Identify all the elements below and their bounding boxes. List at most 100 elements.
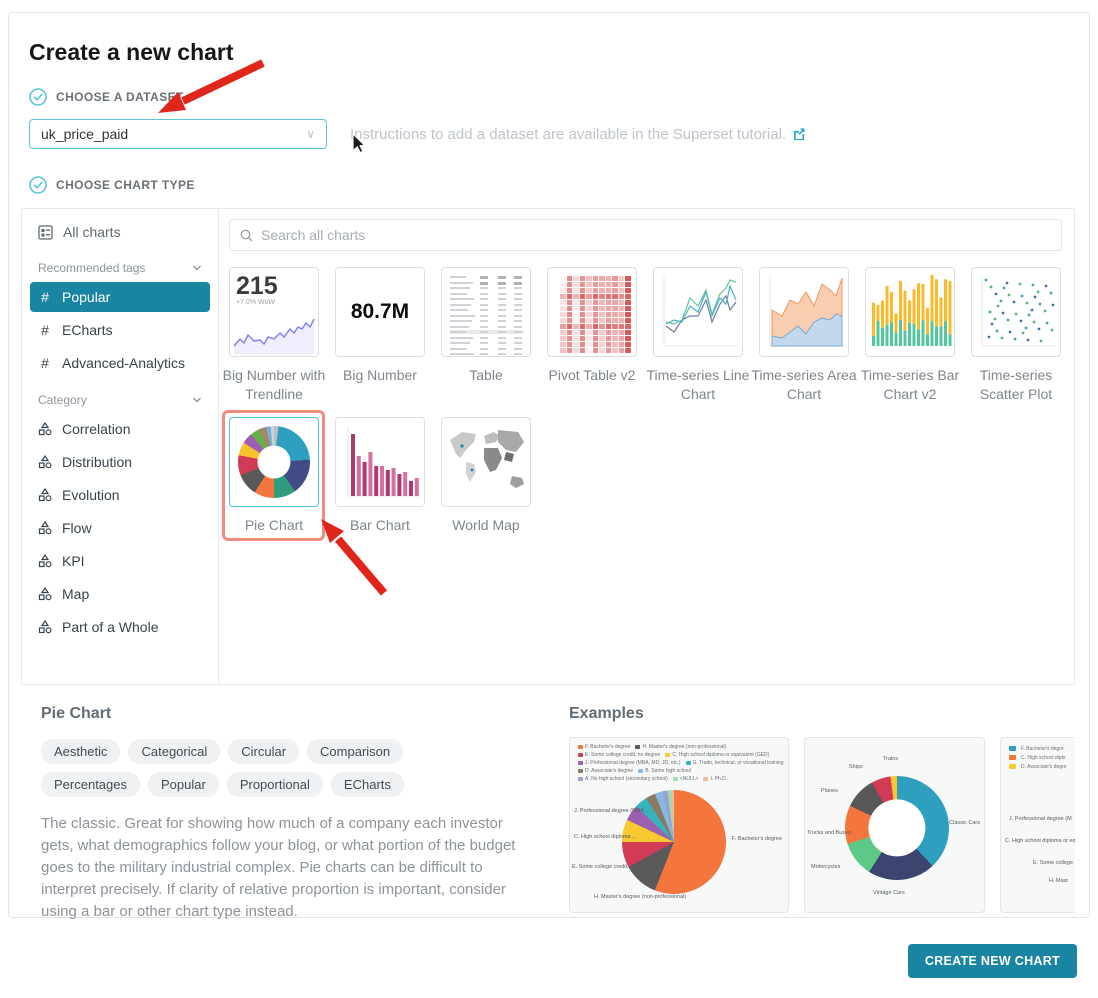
- thumb-ts-scatter-plot: [971, 267, 1061, 357]
- pie-callout: Trains: [883, 756, 898, 762]
- sidebar-section-category[interactable]: Category: [22, 381, 218, 411]
- tile-big-number[interactable]: 80.7M Big Number: [335, 267, 425, 404]
- tile-big-number-trendline[interactable]: 215 +7.0% WoW Big Number with Trendline: [229, 267, 319, 404]
- thumb-table: [441, 267, 531, 357]
- thumb-big-number-trendline: 215 +7.0% WoW: [229, 267, 319, 357]
- tile-bar-chart[interactable]: Bar Chart: [335, 417, 425, 535]
- tag-badge: Aesthetic: [41, 739, 120, 764]
- sidebar-item-evolution[interactable]: Evolution: [30, 480, 210, 510]
- category-icon: [38, 620, 52, 634]
- thumb-world-map: [441, 417, 531, 507]
- tile-ts-scatter-plot[interactable]: Time-series Scatter Plot: [971, 267, 1061, 404]
- pie-callout: Classic Cars: [949, 820, 980, 826]
- sidebar-item-advanced-analytics[interactable]: # Advanced-Analytics: [30, 348, 210, 378]
- pie-callout: E. Some college credit, no degree: [572, 864, 655, 870]
- dataset-select[interactable]: uk_price_paid ∨: [29, 119, 327, 149]
- category-icon: [38, 422, 52, 436]
- pie-callout: H. Mast: [1049, 878, 1068, 884]
- category-icon: [38, 587, 52, 601]
- all-charts-label: All charts: [63, 224, 121, 240]
- thumb-pie-chart: [229, 417, 319, 507]
- tile-label: Time-series Bar Chart v2: [856, 366, 964, 404]
- pie-callout: Motorcycles: [811, 864, 840, 870]
- sidebar-item-popular[interactable]: # Popular: [30, 282, 210, 312]
- example1-legend: F. Bachelor's degreeH. Master's degree (…: [570, 738, 788, 782]
- hash-icon: #: [38, 355, 52, 371]
- sidebar-item-distribution[interactable]: Distribution: [30, 447, 210, 477]
- search-icon: [240, 229, 253, 242]
- sidebar-item-part-of-a-whole[interactable]: Part of a Whole: [30, 612, 210, 642]
- sidebar-section-recommended-tags[interactable]: Recommended tags: [22, 249, 218, 279]
- category-icon: [38, 488, 52, 502]
- page-title: Create a new chart: [29, 39, 1075, 66]
- sidebar-item-kpi[interactable]: KPI: [30, 546, 210, 576]
- sidebar-item-correlation[interactable]: Correlation: [30, 414, 210, 444]
- pie-callout: C. High school diploma ...: [574, 834, 637, 840]
- tag-badge: Comparison: [307, 739, 403, 764]
- tile-table[interactable]: Table: [441, 267, 531, 404]
- chevron-down-icon: [192, 263, 202, 273]
- thumb-big-number-value: 215: [236, 273, 312, 299]
- pie-callout: E. Some college: [1033, 860, 1073, 866]
- tile-ts-area-chart[interactable]: Time-series Area Chart: [759, 267, 849, 404]
- example1-pie: [622, 790, 726, 894]
- choose-dataset-label: CHOOSE A DATASET: [56, 90, 184, 104]
- gallery-pane: 215 +7.0% WoW Big Number with Trendline: [219, 209, 1074, 684]
- thumb-bar-chart: [335, 417, 425, 507]
- tag-badge: Proportional: [227, 772, 323, 797]
- pie-callout: Ships: [849, 764, 863, 770]
- tile-pivot-table[interactable]: Pivot Table v2: [547, 267, 637, 404]
- tile-label: Big Number: [326, 366, 434, 385]
- tile-label: Bar Chart: [326, 516, 434, 535]
- search-input[interactable]: [261, 227, 1051, 243]
- chart-search[interactable]: [229, 219, 1062, 251]
- sidebar-item-echarts[interactable]: # ECharts: [30, 315, 210, 345]
- create-chart-page: Create a new chart CHOOSE A DATASET uk_p…: [0, 0, 1098, 998]
- check-circle-icon: [29, 88, 47, 106]
- chevron-down-icon: ∨: [306, 127, 315, 141]
- example-pie-image-2: Classic Cars Vintage Cars Motorcycles Tr…: [804, 737, 985, 913]
- tile-ts-line-chart[interactable]: Time-series Line Chart: [653, 267, 743, 404]
- pie-callout: H. Master's degree (non-professional): [594, 894, 686, 900]
- pie-callout: C. High school diploma or eq: [1005, 838, 1075, 844]
- tile-ts-bar-chart[interactable]: Time-series Bar Chart v2: [865, 267, 955, 404]
- category-icon: [38, 521, 52, 535]
- scatter-glyph: [972, 268, 1060, 356]
- sidebar-item-flow[interactable]: Flow: [30, 513, 210, 543]
- tag-badge: ECharts: [331, 772, 404, 797]
- area-chart-glyph: [760, 268, 848, 356]
- world-map-glyph: [442, 418, 530, 506]
- tag-badge: Popular: [148, 772, 219, 797]
- category-icon: [38, 455, 52, 469]
- pie-callout: Planes: [821, 788, 838, 794]
- thumb-ts-bar-chart: [865, 267, 955, 357]
- tile-label: Pie Chart: [220, 516, 328, 535]
- sidebar-item-map[interactable]: Map: [30, 579, 210, 609]
- tag-badge: Circular: [228, 739, 299, 764]
- tile-label: Big Number with Trendline: [220, 366, 328, 404]
- example2-donut: [845, 776, 949, 880]
- chart-type-selector: All charts Recommended tags # Popular # …: [21, 208, 1075, 685]
- category-icon: [38, 554, 52, 568]
- ballot-icon: [38, 225, 53, 240]
- sparkline: [232, 314, 316, 354]
- example3-legend: F. Bachelor's degreC. High school diploD…: [1001, 738, 1075, 770]
- selected-chart-title: Pie Chart: [41, 705, 549, 723]
- tag-badge: Percentages: [41, 772, 140, 797]
- tile-pie-chart[interactable]: Pie Chart: [229, 417, 319, 535]
- pie-callout: Vintage Cars: [873, 890, 905, 896]
- donut-glyph: [238, 426, 310, 498]
- thumb-ts-line-chart: [653, 267, 743, 357]
- thumb-big-number-value: 80.7M: [336, 268, 424, 356]
- chart-details-section: Pie Chart Aesthetic Categorical Circular…: [21, 685, 1075, 923]
- chevron-down-icon: [192, 395, 202, 405]
- sidebar-item-all-charts[interactable]: All charts: [22, 215, 218, 249]
- hash-icon: #: [38, 322, 52, 338]
- examples-strip: F. Bachelor's degree H. Master's degree (…: [569, 737, 1075, 913]
- tile-world-map[interactable]: World Map: [441, 417, 531, 535]
- create-new-chart-button[interactable]: CREATE NEW CHART: [908, 944, 1077, 978]
- chart-tags: Aesthetic Categorical Circular Compariso…: [41, 739, 491, 797]
- external-link-icon[interactable]: [792, 127, 806, 141]
- tile-label: Table: [432, 366, 540, 385]
- pie-callout: F. Bachelor's degree: [732, 836, 782, 842]
